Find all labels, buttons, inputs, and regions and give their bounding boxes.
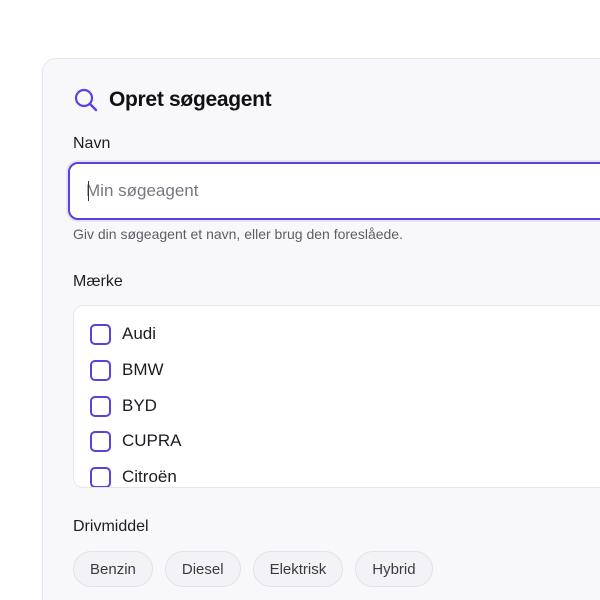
brand-option-audi[interactable]: Audi [90, 320, 156, 348]
brand-option-bmw[interactable]: BMW [90, 356, 164, 384]
chip-elektrisk[interactable]: Elektrisk [252, 551, 344, 587]
drivetrain-options: Benzin Diesel Elektrisk Hybrid [73, 551, 433, 587]
brand-option-label: Citroën [122, 467, 177, 486]
brand-option-citroen[interactable]: Citroën [90, 463, 177, 487]
card-header: Opret søgeagent [73, 83, 272, 117]
brand-option-label: Audi [122, 324, 157, 343]
checkbox[interactable] [90, 395, 111, 417]
name-label: Navn [73, 135, 111, 152]
name-helper-text: Giv din søgeagent et navn, eller brug de… [73, 226, 403, 242]
page: Opret søgeagent Navn Giv din søgeagent e… [0, 0, 600, 600]
checkbox[interactable] [90, 466, 111, 487]
brand-option-label: CUPRA [122, 431, 182, 450]
drivetrain-label: Drivmiddel [73, 518, 149, 535]
name-input[interactable] [86, 164, 566, 218]
chip-hybrid[interactable]: Hybrid [355, 551, 433, 587]
chip-benzin[interactable]: Benzin [73, 551, 153, 587]
text-caret [88, 181, 89, 201]
name-input-container[interactable] [68, 162, 600, 220]
chip-diesel[interactable]: Diesel [164, 551, 241, 587]
create-search-agent-card: Opret søgeagent Navn Giv din søgeagent e… [42, 58, 600, 600]
brand-option-label: BYD [122, 396, 157, 415]
brand-label: Mærke [73, 273, 123, 290]
page-title: Opret søgeagent [109, 88, 272, 111]
checkbox[interactable] [90, 323, 111, 345]
brand-list[interactable]: Audi BMW BYD CUPRA Citroën [73, 305, 600, 488]
checkbox[interactable] [90, 430, 111, 452]
brand-option-byd[interactable]: BYD [90, 392, 157, 420]
brand-option-label: BMW [122, 360, 164, 379]
brand-option-cupra[interactable]: CUPRA [90, 427, 182, 455]
search-icon [73, 87, 99, 113]
checkbox[interactable] [90, 359, 111, 381]
